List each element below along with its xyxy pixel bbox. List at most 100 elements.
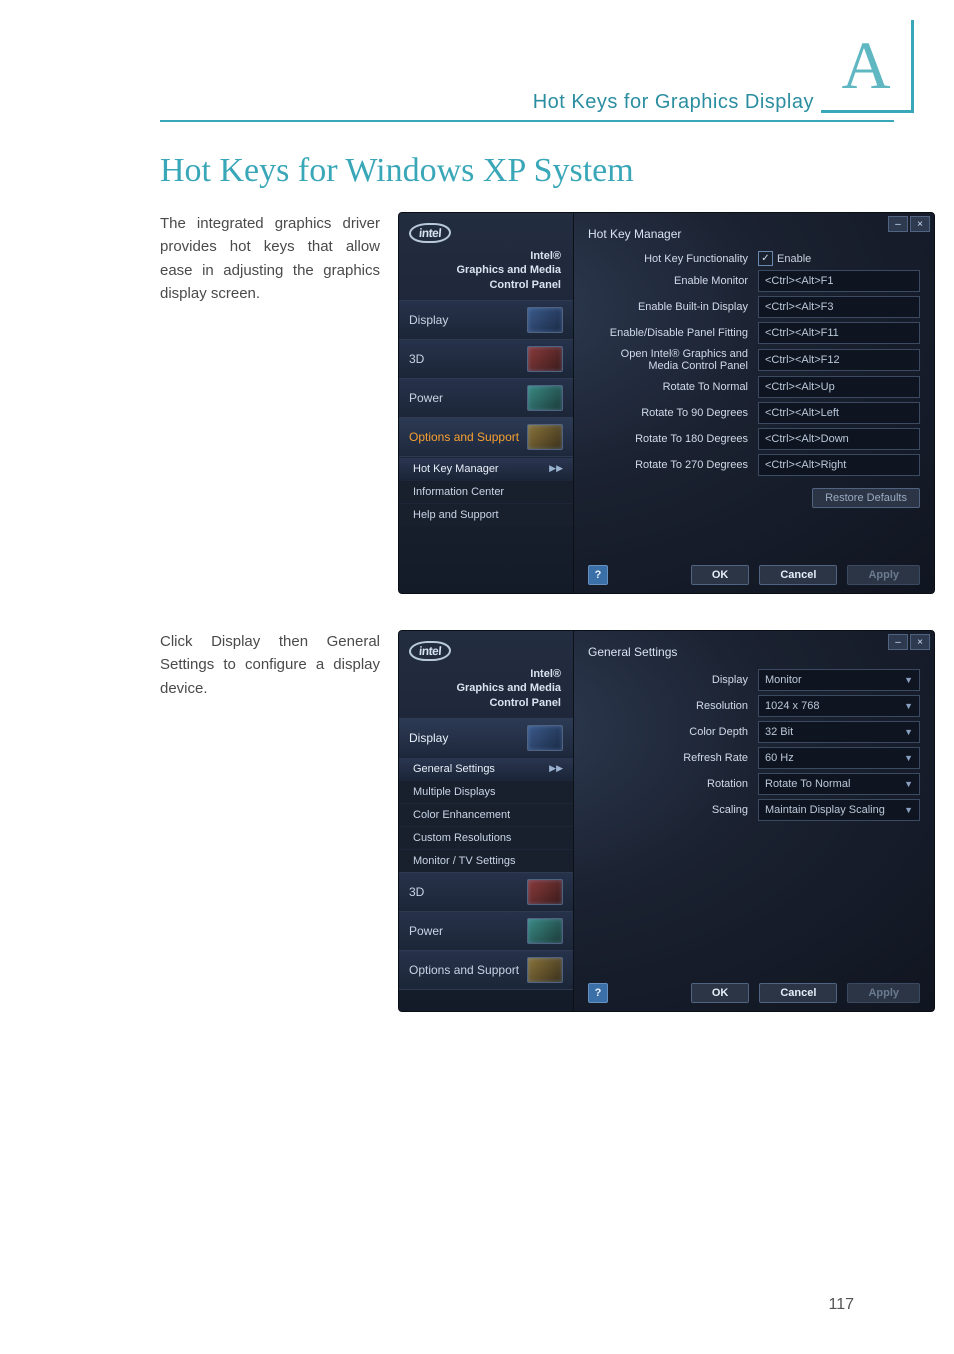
subnav-label: Monitor / TV Settings [413, 855, 516, 867]
enable-checkbox[interactable]: ✓ [758, 251, 773, 266]
subnav: General Settings ▶▶ Multiple Displays Co… [399, 757, 573, 872]
pane-title: Hot Key Manager [588, 227, 920, 241]
dropdown-value: 60 Hz [765, 752, 794, 764]
intel-logo-icon: intel [408, 641, 452, 661]
checkbox-label: Enable [777, 253, 811, 265]
setting-row: Color Depth 32 Bit ▼ [588, 721, 920, 743]
subnav-label: Multiple Displays [413, 786, 496, 798]
panel-title-line: Intel® [399, 667, 561, 681]
subnav-item-multiple[interactable]: Multiple Displays [399, 780, 573, 803]
ok-button[interactable]: OK [691, 983, 750, 1003]
sidebar-item-label: Power [409, 924, 443, 938]
sidebar-item-options[interactable]: Options and Support [399, 950, 573, 990]
sidebar: intel Intel® Graphics and Media Control … [399, 631, 574, 1011]
subnav-item-color[interactable]: Color Enhancement [399, 803, 573, 826]
sidebar-item-display[interactable]: Display [399, 300, 573, 339]
enable-row: Hot Key Functionality ✓ Enable [588, 251, 920, 266]
hotkey-input[interactable]: <Ctrl><Alt>F1 [758, 270, 920, 292]
row-label: Rotate To 270 Degrees [588, 459, 752, 471]
dropdown-value: Rotate To Normal [765, 778, 850, 790]
hotkey-input[interactable]: <Ctrl><Alt>Right [758, 454, 920, 476]
dropdown[interactable]: 1024 x 768 ▼ [758, 695, 920, 717]
hotkey-row: Rotate To Normal <Ctrl><Alt>Up [588, 376, 920, 398]
subnav-item-montv[interactable]: Monitor / TV Settings [399, 849, 573, 872]
dropdown-value: Monitor [765, 674, 802, 686]
setting-row: Refresh Rate 60 Hz ▼ [588, 747, 920, 769]
row-label: Refresh Rate [588, 752, 752, 764]
close-button[interactable]: × [910, 634, 930, 650]
subnav-label: Help and Support [413, 509, 499, 521]
row-label: Rotate To 180 Degrees [588, 433, 752, 445]
panel-title: Intel® Graphics and Media Control Panel [399, 249, 573, 300]
page-header: Hot Keys for Graphics Display A [160, 50, 894, 122]
hotkey-input[interactable]: <Ctrl><Alt>F3 [758, 296, 920, 318]
help-button[interactable]: ? [588, 565, 608, 585]
hotkey-input[interactable]: <Ctrl><Alt>Left [758, 402, 920, 424]
dropdown[interactable]: Monitor ▼ [758, 669, 920, 691]
row-label: Color Depth [588, 726, 752, 738]
thumbnail-icon [527, 346, 563, 372]
row-label: Enable Monitor [588, 275, 752, 287]
sidebar: intel Intel® Graphics and Media Control … [399, 213, 574, 593]
thumbnail-icon [527, 424, 563, 450]
paragraph: Click Display then General Settings to c… [160, 630, 380, 700]
hotkey-input[interactable]: <Ctrl><Alt>Down [758, 428, 920, 450]
panel-title-line: Control Panel [399, 696, 561, 710]
subnav-item-general[interactable]: General Settings ▶▶ [399, 757, 573, 780]
sidebar-item-power[interactable]: Power [399, 911, 573, 950]
window-controls: – × [886, 634, 930, 650]
restore-defaults-button[interactable]: Restore Defaults [812, 488, 920, 508]
sidebar-item-label: Power [409, 391, 443, 405]
main-pane: Hot Key Manager Hot Key Functionality ✓ … [574, 213, 934, 593]
help-button[interactable]: ? [588, 983, 608, 1003]
hotkey-row: Enable Monitor <Ctrl><Alt>F1 [588, 270, 920, 292]
sidebar-item-power[interactable]: Power [399, 378, 573, 417]
panel-title-line: Intel® [399, 249, 561, 263]
setting-row: Display Monitor ▼ [588, 669, 920, 691]
row-label: Enable Built-in Display [588, 301, 752, 313]
subnav-item-info[interactable]: Information Center [399, 480, 573, 503]
thumbnail-icon [527, 725, 563, 751]
sidebar-item-label: 3D [409, 885, 424, 899]
apply-button[interactable]: Apply [847, 983, 920, 1003]
dropdown[interactable]: Rotate To Normal ▼ [758, 773, 920, 795]
content-row: The integrated graphics driver provides … [160, 212, 854, 594]
row-label: Resolution [588, 700, 752, 712]
thumbnail-icon [527, 879, 563, 905]
hotkey-row: Enable/Disable Panel Fitting <Ctrl><Alt>… [588, 322, 920, 344]
sidebar-item-3d[interactable]: 3D [399, 339, 573, 378]
button-bar: ? OK Cancel Apply [588, 983, 920, 1003]
row-label: Rotation [588, 778, 752, 790]
thumbnail-icon [527, 385, 563, 411]
minimize-button[interactable]: – [888, 216, 908, 232]
subnav-item-hotkey[interactable]: Hot Key Manager ▶▶ [399, 457, 573, 480]
chevron-down-icon: ▼ [904, 805, 913, 815]
minimize-button[interactable]: – [888, 634, 908, 650]
sidebar-item-display[interactable]: Display [399, 718, 573, 757]
cancel-button[interactable]: Cancel [759, 565, 837, 585]
ok-button[interactable]: OK [691, 565, 750, 585]
hotkey-input[interactable]: <Ctrl><Alt>F12 [758, 349, 920, 371]
apply-button[interactable]: Apply [847, 565, 920, 585]
hotkey-row: Rotate To 180 Degrees <Ctrl><Alt>Down [588, 428, 920, 450]
subnav-item-help[interactable]: Help and Support [399, 503, 573, 526]
row-label: Hot Key Functionality [588, 253, 752, 265]
row-label: Display [588, 674, 752, 686]
thumbnail-icon [527, 918, 563, 944]
hotkey-input[interactable]: <Ctrl><Alt>Up [758, 376, 920, 398]
panel-title: Intel® Graphics and Media Control Panel [399, 667, 573, 718]
dropdown[interactable]: 32 Bit ▼ [758, 721, 920, 743]
dropdown[interactable]: 60 Hz ▼ [758, 747, 920, 769]
hotkey-panel: – × intel Intel® Graphics and Media Cont… [398, 212, 935, 594]
dropdown[interactable]: Maintain Display Scaling ▼ [758, 799, 920, 821]
paragraph: The integrated graphics driver provides … [160, 212, 380, 305]
main-pane: General Settings Display Monitor ▼ Resol… [574, 631, 934, 1011]
sidebar-item-options[interactable]: Options and Support [399, 417, 573, 457]
subnav-item-custom[interactable]: Custom Resolutions [399, 826, 573, 849]
chevron-down-icon: ▼ [904, 779, 913, 789]
cancel-button[interactable]: Cancel [759, 983, 837, 1003]
close-button[interactable]: × [910, 216, 930, 232]
hotkey-input[interactable]: <Ctrl><Alt>F11 [758, 322, 920, 344]
dropdown-value: Maintain Display Scaling [765, 804, 885, 816]
sidebar-item-3d[interactable]: 3D [399, 872, 573, 911]
